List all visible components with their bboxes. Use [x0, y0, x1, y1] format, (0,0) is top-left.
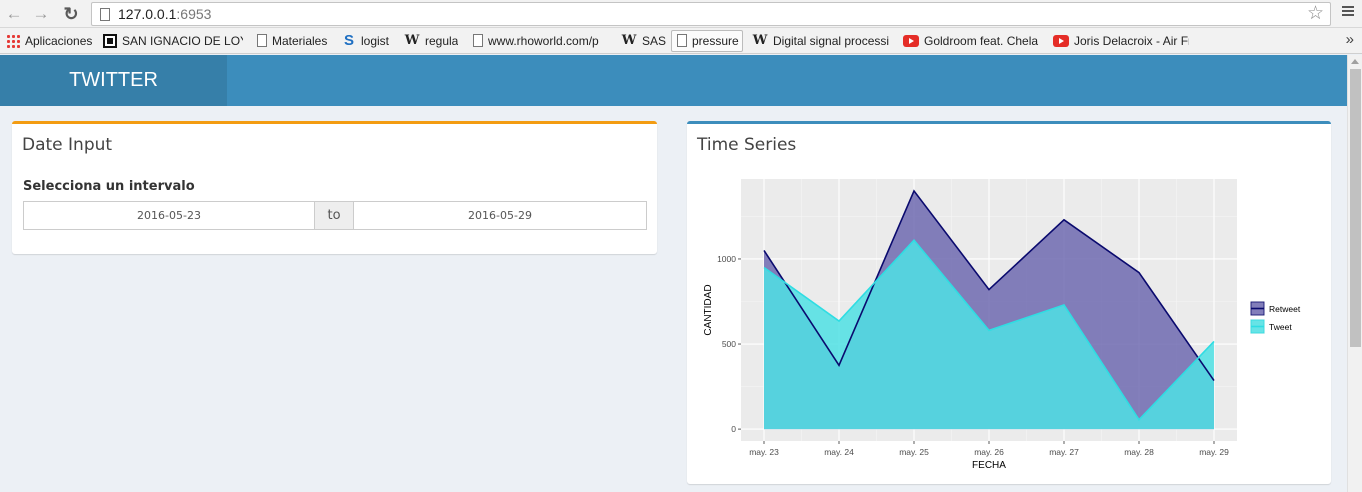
x-tick-label: may. 27	[1049, 447, 1079, 457]
wikipedia-icon: W	[621, 33, 637, 48]
reload-icon[interactable]: ↻	[60, 3, 82, 25]
page-icon	[677, 34, 687, 47]
x-axis-title: FECHA	[972, 460, 1006, 471]
date-range-separator: to	[314, 201, 354, 230]
legend-item-retweet: Retweet	[1250, 301, 1301, 316]
youtube-icon	[1053, 35, 1069, 47]
legend-label: Tweet	[1269, 322, 1292, 332]
page-icon	[100, 8, 110, 21]
wikipedia-icon: W	[404, 33, 420, 48]
square-logo-icon	[103, 34, 117, 48]
date-range-input: 2016-05-23 to 2016-05-29	[23, 201, 647, 230]
scroll-up-arrow-icon[interactable]	[1351, 59, 1359, 64]
bookmark-rhoworld[interactable]: www.rhoworld.com/p	[471, 33, 607, 49]
bookmark-joris-delacroix[interactable]: Joris Delacroix - Air Fr	[1053, 33, 1189, 49]
s-logo-icon: S	[343, 33, 354, 49]
x-tick-label: may. 26	[974, 447, 1004, 457]
x-tick-label: may. 23	[749, 447, 779, 457]
address-bar[interactable]: 127.0.0.1:6953 ☆	[91, 2, 1331, 26]
y-tick-label: 0	[731, 424, 736, 434]
bookmark-san-ignacio[interactable]: SAN IGNACIO DE LOY	[103, 33, 243, 49]
url-text[interactable]: 127.0.0.1:6953	[118, 6, 211, 22]
bookmark-goldroom[interactable]: Goldroom feat. Chela	[903, 33, 1039, 49]
apps-grid-icon	[6, 34, 20, 48]
x-tick-label: may. 28	[1124, 447, 1154, 457]
wikipedia-icon: W	[752, 33, 768, 48]
bookmark-sas[interactable]: W SAS	[621, 33, 666, 49]
bookmark-logist[interactable]: Slogist	[342, 33, 389, 49]
more-bookmarks-icon[interactable]: »	[1346, 31, 1354, 48]
bookmark-digital-signal[interactable]: W Digital signal processi	[752, 33, 890, 49]
app-header: TWITTER	[0, 55, 1347, 106]
bookmarks-bar: Aplicaciones SAN IGNACIO DE LOY Material…	[0, 28, 1362, 54]
legend-item-tweet: Tweet	[1250, 319, 1292, 334]
scroll-thumb[interactable]	[1350, 69, 1361, 347]
x-tick-label: may. 25	[899, 447, 929, 457]
app-logo[interactable]: TWITTER	[0, 55, 227, 106]
browser-toolbar: ← → ↻ 127.0.0.1:6953 ☆	[0, 0, 1362, 28]
time-series-chart: 0 500 1000 may. 23 may. 24 may. 25 may. 26 may.…	[703, 179, 1301, 471]
page-icon	[257, 34, 267, 47]
bookmark-pressure[interactable]: pressure	[671, 30, 743, 52]
time-series-box: Time Series 0 500 1000 may. 23 may. 24 may. 2…	[687, 121, 1331, 484]
box-title: Date Input	[22, 135, 113, 155]
start-date-input[interactable]: 2016-05-23	[23, 201, 315, 230]
page-scrollbar[interactable]	[1347, 55, 1362, 492]
back-arrow-icon[interactable]: ←	[3, 3, 25, 25]
y-tick-label: 1000	[717, 254, 736, 264]
bookmark-star-icon[interactable]: ☆	[1307, 3, 1324, 25]
page-icon	[473, 34, 483, 47]
date-range-label: Selecciona un intervalo	[23, 179, 195, 194]
bookmark-apps[interactable]: Aplicaciones	[6, 33, 92, 49]
y-tick-label: 500	[722, 339, 736, 349]
end-date-input[interactable]: 2016-05-29	[353, 201, 647, 230]
legend-label: Retweet	[1269, 304, 1301, 314]
browser-menu-icon[interactable]	[1342, 4, 1354, 20]
bookmark-regula[interactable]: Wregula	[404, 33, 459, 49]
y-axis-title: CANTIDAD	[703, 284, 714, 335]
bookmark-materiales[interactable]: Materiales	[255, 33, 327, 49]
youtube-icon	[903, 35, 919, 47]
x-tick-label: may. 29	[1199, 447, 1229, 457]
date-input-box: Date Input Selecciona un intervalo 2016-…	[12, 121, 657, 254]
x-tick-label: may. 24	[824, 447, 854, 457]
forward-arrow-icon[interactable]: →	[30, 3, 52, 25]
